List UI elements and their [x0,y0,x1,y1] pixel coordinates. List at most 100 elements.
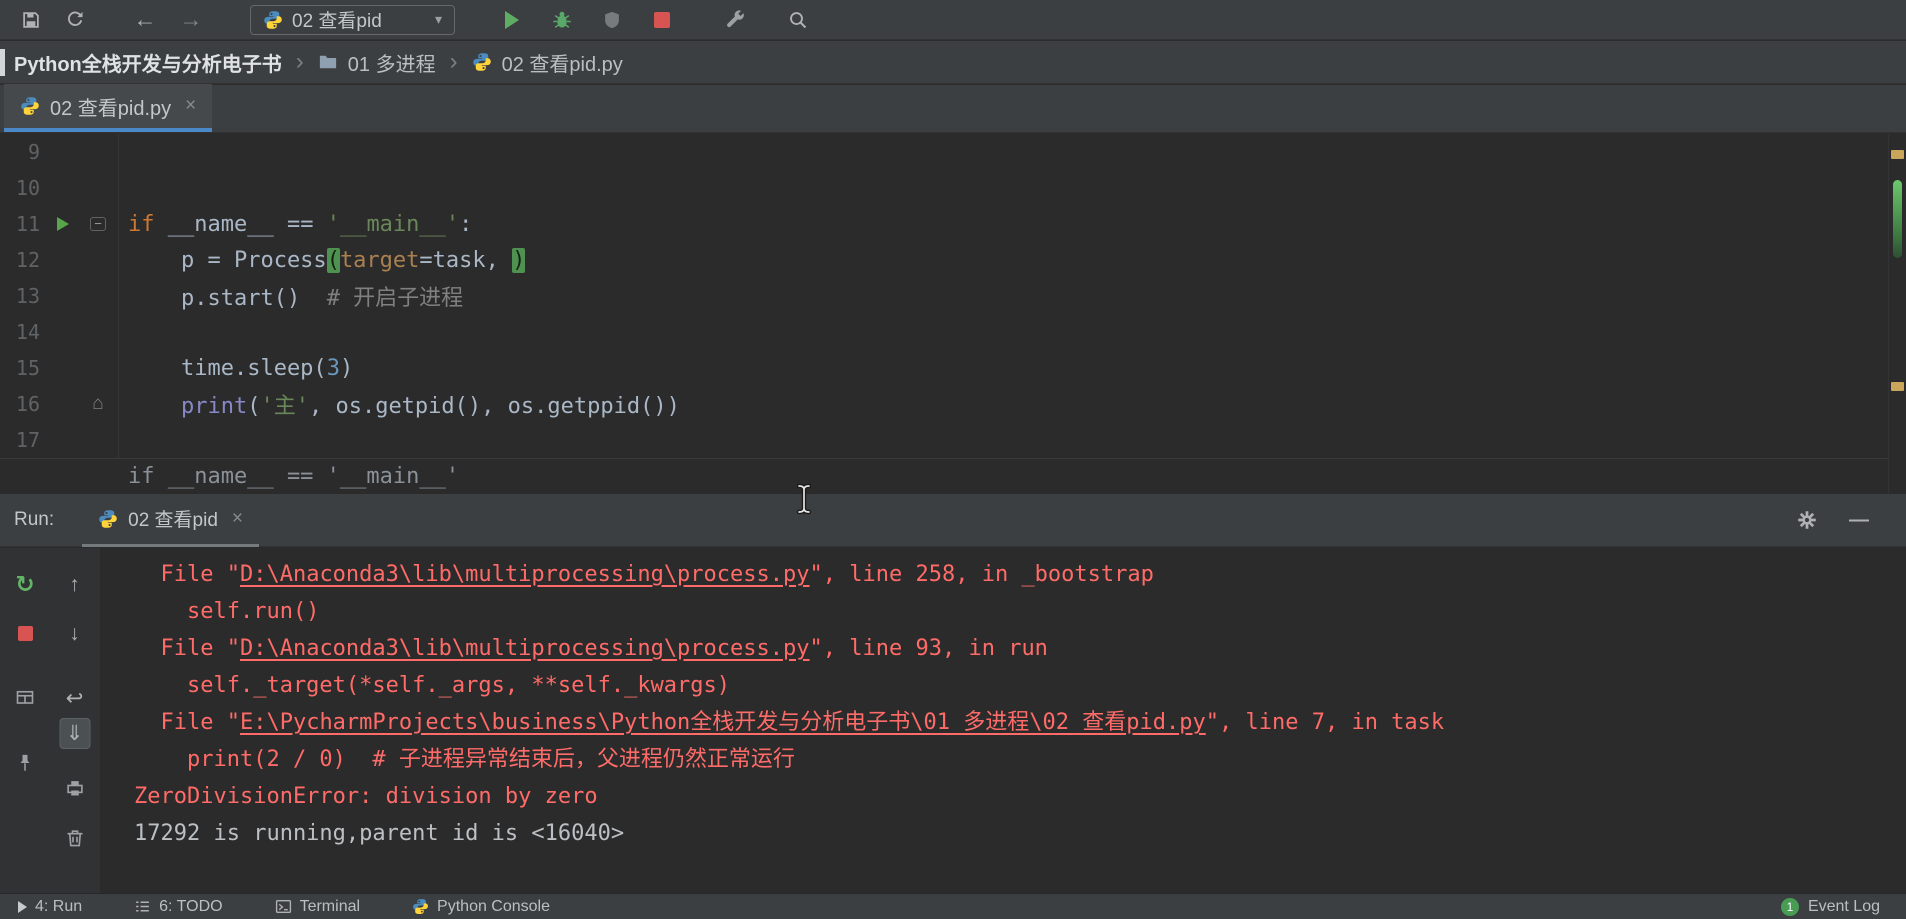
run-tab[interactable]: 02 查看pid × [82,494,260,547]
stripe-mark[interactable] [1891,150,1904,159]
editor-line: 11 − if __name__ == '__main__': [0,206,1888,242]
breadcrumb-folder[interactable]: 01 多进程 [348,48,436,77]
console-line: 17292 is running,parent id is <16040> [134,815,1906,852]
line-number[interactable]: 12 [0,248,48,272]
restore-layout-button[interactable] [11,684,39,712]
run-config-label: 02 查看pid [292,11,382,32]
fold-start-icon[interactable]: − [90,217,106,231]
printer-icon [65,778,85,798]
traceback-file-link[interactable]: E:\PycharmProjects\business\Python全栈开发与分… [240,710,1206,735]
breadcrumb-separator: › [295,48,304,75]
run-line-icon[interactable] [57,217,69,231]
line-number[interactable]: 15 [0,356,48,380]
folder-icon [318,52,338,72]
pin-tab-button[interactable] [11,749,39,777]
save-all-button[interactable] [16,5,46,35]
run-button[interactable] [497,5,527,35]
run-icon [505,10,519,29]
editor-scrollbar-stripe[interactable] [1888,134,1906,494]
close-tab-icon[interactable]: × [185,95,196,117]
console-text: print(2 / 0) # 子进程异常结束后，父进程仍然正常运行 [134,747,795,772]
python-icon [412,898,429,915]
line-number[interactable]: 11 [0,212,48,236]
editor-tab-active[interactable]: 02 查看pid.py × [4,84,213,132]
run-tool-window: ↻ ↑ ↓ ↩ ⇓ File "D:\Anaconda3\lib\multipr… [0,548,1906,893]
sync-button[interactable] [60,5,90,35]
console-text: File " [134,562,240,587]
code-line[interactable]: time.sleep(3) [118,356,353,381]
editor-line: 15 time.sleep(3) [0,350,1888,386]
sticky-context-line: if __name__ == '__main__' [0,458,1888,494]
run-config-selector[interactable]: 02 查看pid ▾ [250,4,455,35]
rerun-button[interactable]: ↻ [11,570,39,598]
scroll-to-end-button[interactable]: ⇓ [59,718,90,749]
console-text: ", line 258, in _bootstrap [809,562,1154,587]
fold-end-icon[interactable]: ⌂ [92,393,103,415]
run-toolwindow-icon [18,900,27,913]
toolwindow-run-button[interactable]: 4: Run [18,898,82,916]
stop-icon [654,11,670,28]
forward-button[interactable]: → [176,5,206,35]
code-line[interactable]: if __name__ == '__main__': [118,212,472,237]
debug-button[interactable] [547,5,577,35]
line-number[interactable]: 10 [0,176,48,200]
hide-panel-button[interactable]: — [1846,507,1872,533]
gutter-run-column [48,217,78,231]
breadcrumb-project[interactable]: Python全栈开发与分析电子书 [14,48,282,77]
code-line[interactable]: print('主', os.getpid(), os.getppid()) [118,388,680,420]
close-run-tab-icon[interactable]: × [232,508,243,530]
up-stack-trace-button[interactable]: ↑ [61,570,89,598]
console-text: ZeroDivisionError: division by zero [134,784,598,809]
toolwindow-python-console-button[interactable]: Python Console [412,898,550,916]
print-button[interactable] [61,774,89,802]
trash-icon [65,828,85,848]
down-stack-trace-button[interactable]: ↓ [61,619,89,647]
python-icon [472,52,492,72]
line-number[interactable]: 13 [0,284,48,308]
breadcrumb-file[interactable]: 02 查看pid.py [502,48,623,77]
editor-line: 9 [0,134,1888,170]
code-line[interactable]: p.start() # 开启子进程 [118,280,463,312]
code-line[interactable]: p = Process(target=task, ) [118,247,526,273]
traceback-file-link[interactable]: D:\Anaconda3\lib\multiprocessing\process… [240,562,810,587]
console-text: File " [134,710,240,735]
line-number[interactable]: 17 [0,428,48,452]
search-everywhere-button[interactable] [783,5,813,35]
stop-button[interactable] [647,5,677,35]
stripe-mark[interactable] [1891,382,1904,391]
console-text: ", line 93, in run [809,636,1048,661]
event-log-badge[interactable]: 1 [1780,897,1799,916]
console-line: print(2 / 0) # 子进程异常结束后，父进程仍然正常运行 [134,741,1906,778]
run-settings-button[interactable] [1794,507,1820,533]
editor-tab-bar: 02 查看pid.py × [0,84,1906,133]
editor-line: 10 [0,170,1888,206]
console-output[interactable]: File "D:\Anaconda3\lib\multiprocessing\p… [101,548,1906,893]
context-line-text: if __name__ == '__main__' [128,464,460,489]
settings-wrench-button[interactable] [721,5,751,35]
editor-lines: 9 10 11 − if __name__ == '__main__': 12 p = P… [0,134,1888,458]
editor-tab-label: 02 查看pid.py [50,97,172,120]
run-tab-label: 02 查看pid [128,510,218,531]
back-button[interactable]: ← [130,5,160,35]
breadcrumb-separator: › [449,48,458,75]
inspection-indicator [1893,180,1902,258]
traceback-file-link[interactable]: D:\Anaconda3\lib\multiprocessing\process… [240,636,810,661]
toolwindow-todo-button[interactable]: 6: TODO [134,897,223,916]
line-number[interactable]: 16 [0,392,48,416]
soft-wrap-button[interactable]: ↩ [61,684,89,712]
stop-process-button[interactable] [11,619,39,647]
todo-label: 6: TODO [159,897,223,915]
editor-line: 12 p = Process(target=task, ) [0,242,1888,278]
clear-all-button[interactable] [61,824,89,852]
gutter-fold-column: − [78,217,118,231]
editor-line: 14 [0,314,1888,350]
toolwindow-terminal-button[interactable]: Terminal [275,898,360,916]
line-number[interactable]: 9 [0,140,48,164]
down-arrow-icon: ↓ [69,621,80,645]
toolwindow-event-log-button[interactable]: Event Log [1808,898,1880,916]
shield-icon [602,10,622,30]
scroll-end-icon: ⇓ [65,722,84,745]
coverage-button[interactable] [597,5,627,35]
up-arrow-icon: ↑ [69,572,80,596]
line-number[interactable]: 14 [0,320,48,344]
